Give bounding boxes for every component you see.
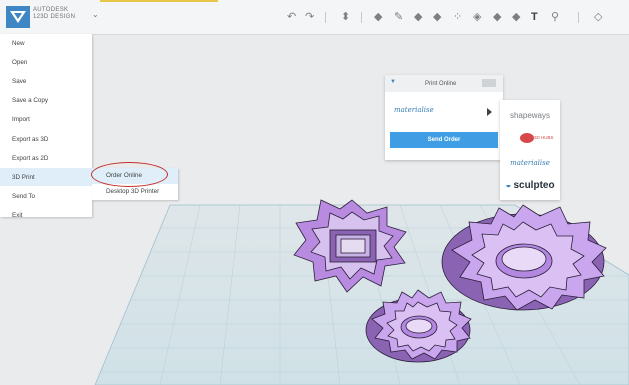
transform-icon[interactable]: ⬍ (341, 10, 350, 24)
modify-icon[interactable]: ◆ (433, 10, 441, 24)
vendor-materialise[interactable]: materialise (500, 151, 560, 175)
menu-item-label: Export as 2D (12, 155, 49, 162)
redo-icon[interactable]: ↷ (305, 10, 314, 24)
menu-item-label: Import (12, 116, 30, 123)
file-menu: New Open Save Save a Copy Import Export … (0, 34, 92, 219)
panel-title: Print Online (425, 81, 457, 87)
menu-item-import[interactable]: Import (0, 110, 92, 128)
toolbar-divider (578, 12, 579, 23)
primitives-icon[interactable]: ◆ (374, 10, 382, 24)
vendor-sculpteo-label: sculpteo (513, 180, 555, 191)
menu-item-send-to[interactable]: Send To (0, 187, 92, 205)
vendor-shapeways[interactable]: shapeways (500, 104, 560, 128)
top-toolbar: AUTODESK 123D DESIGN ⌄ ↶ ↷ ⬍ ◆ ✎ ◆ ◆ ⁘ ◈… (0, 0, 629, 35)
panel-close-button[interactable] (482, 79, 496, 87)
text-icon[interactable]: T (531, 10, 538, 24)
vendor-3dhubs[interactable]: 3D HUBS (500, 126, 560, 150)
sculpteo-logo-icon: ◒ (505, 180, 512, 191)
combine-icon[interactable]: ◆ (493, 10, 501, 24)
menu-item-label: Save (12, 78, 27, 85)
toolbar-divider (361, 12, 362, 23)
menu-item-export-3d[interactable]: Export as 3D (0, 130, 92, 148)
send-order-button[interactable]: Send Order (390, 132, 498, 148)
service-logo: materialise (394, 106, 434, 114)
app-logo-icon (10, 11, 26, 23)
pattern-icon[interactable]: ⁘ (453, 10, 462, 24)
menu-item-exit[interactable]: Exit (0, 206, 92, 224)
3dhubs-logo-icon (520, 133, 534, 143)
menu-item-label: Open (12, 59, 28, 66)
menu-item-save[interactable]: Save (0, 72, 92, 90)
loading-bar (100, 0, 218, 2)
menu-item-label: Export as 3D (12, 136, 49, 143)
menu-item-label: 3D Print (12, 174, 35, 181)
vendor-sculpteo[interactable]: ◒ sculpteo (500, 174, 560, 198)
menu-item-export-2d[interactable]: Export as 2D (0, 149, 92, 167)
app-brand-line2: 123D DESIGN (33, 14, 76, 20)
toolbar-divider (325, 12, 326, 23)
material-icon[interactable]: ◇ (594, 10, 602, 24)
vendor-3dhubs-label: 3D HUBS (534, 135, 554, 140)
service-selector[interactable]: materialise (390, 104, 498, 120)
panel-header: ▼ Print Online (385, 75, 503, 92)
menu-item-label: Send To (12, 193, 35, 200)
collapse-icon[interactable]: ▼ (390, 79, 396, 85)
app-menu-button[interactable] (6, 6, 30, 28)
menu-item-label: Exit (12, 212, 23, 219)
app-title: AUTODESK 123D DESIGN (33, 7, 75, 21)
vendor-list: shapeways 3D HUBS materialise ◒ sculpteo (500, 100, 560, 200)
menu-item-save-a-copy[interactable]: Save a Copy (0, 91, 92, 109)
menu-item-label: Save a Copy (12, 97, 49, 104)
print-online-panel: ▼ Print Online materialise Send Order (385, 75, 503, 160)
measure-icon[interactable]: ◆ (512, 10, 520, 24)
snap-icon[interactable]: ⚲ (551, 10, 559, 24)
undo-icon[interactable]: ↶ (287, 10, 296, 24)
highlight-circle (91, 162, 168, 187)
menu-item-open[interactable]: Open (0, 53, 92, 71)
grouping-icon[interactable]: ◈ (473, 10, 481, 24)
chevron-right-icon (487, 108, 492, 116)
construct-icon[interactable]: ◆ (414, 10, 422, 24)
chevron-down-icon[interactable]: ⌄ (92, 10, 99, 19)
menu-item-new[interactable]: New (0, 34, 92, 52)
app-brand-line1: AUTODESK (33, 7, 69, 13)
sketch-icon[interactable]: ✎ (394, 10, 403, 24)
submenu-item-label: Desktop 3D Printer (106, 188, 160, 195)
menu-item-label: New (12, 40, 25, 47)
menu-item-3d-print[interactable]: 3D Print (0, 168, 92, 186)
